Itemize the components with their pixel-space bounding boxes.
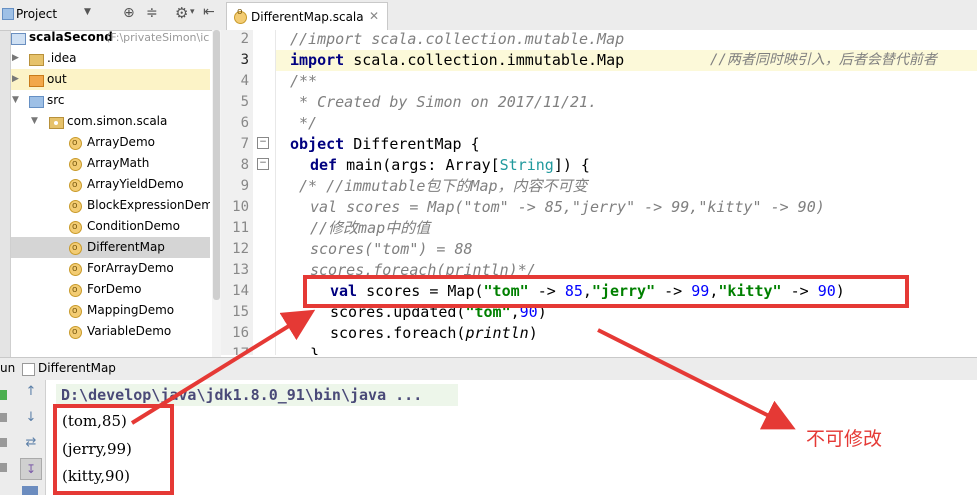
annotation-arrows	[130, 309, 796, 430]
arrow-to-note	[597, 328, 796, 430]
arrow-to-code	[130, 309, 316, 425]
annotation-note: 不可修改	[806, 428, 883, 450]
